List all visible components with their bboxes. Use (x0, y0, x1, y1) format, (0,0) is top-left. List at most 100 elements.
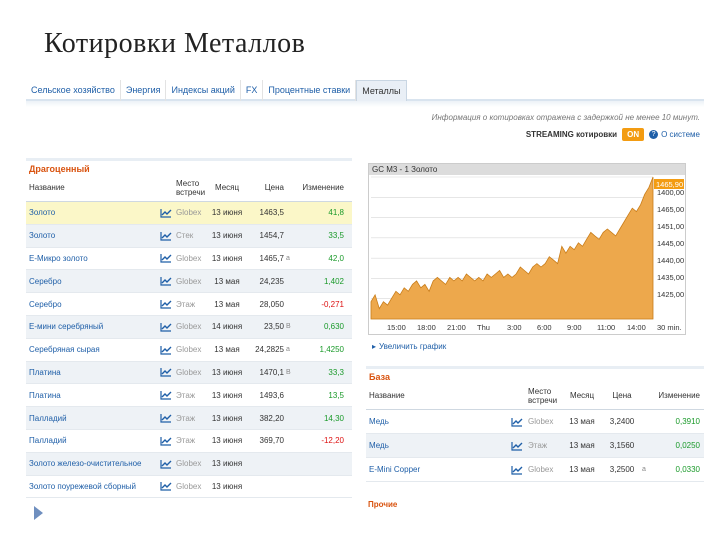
metal-name-link[interactable]: E-Mini Copper (366, 465, 506, 474)
table-row[interactable]: E-мини серебряный Globex 14 июня 23,50 B 0,63… (26, 315, 352, 339)
table-header: Название Место встречи Месяц Цена Измене… (366, 382, 704, 410)
y-tick-label: 1440,00 (657, 256, 684, 265)
chart-icon-cell[interactable] (156, 390, 176, 400)
price: 1465,7 (259, 253, 284, 263)
price-flag: B (286, 323, 291, 331)
x-tick-label: 3:00 (507, 323, 522, 332)
metal-name-link[interactable]: Платина (26, 368, 156, 377)
metal-name-link[interactable]: Серебро (26, 277, 156, 286)
chart-icon-cell[interactable] (156, 253, 176, 264)
exchange: Стек (176, 231, 194, 241)
chart-icon-cell[interactable] (506, 465, 528, 475)
chart-icon[interactable] (160, 231, 172, 241)
chart-icon-cell[interactable] (156, 481, 176, 492)
table-body: Золото Globex 13 июня 1463,5 41,8 Золото Стек 1… (26, 202, 352, 499)
price: 1493,6 (259, 390, 284, 400)
table-row[interactable]: Платина Globex 13 июня 1470,1 B 33,3 (26, 361, 352, 385)
metal-name-link[interactable]: Платина (26, 391, 156, 400)
metal-name-link[interactable]: Палладий (26, 414, 156, 423)
gold-chart: GC M3 - 1 Золото 1400,00 1465,00 1451,00 14… (368, 163, 686, 335)
tab-item[interactable]: FX (241, 80, 264, 101)
chart-icon-cell[interactable] (506, 417, 528, 427)
contract-month: 13 июня (211, 413, 243, 423)
chart-icon[interactable] (160, 436, 172, 446)
metal-name-link[interactable]: Медь (366, 441, 506, 450)
table-row[interactable]: E-Микро золото Globex 13 июня 1465,7 а 42,0 (26, 248, 352, 271)
table-row[interactable]: Серебро Этаж 13 мая 28,050 -0,271 (26, 293, 352, 316)
chart-icon[interactable] (160, 299, 172, 309)
chart-icon-cell[interactable] (156, 231, 176, 241)
header-name: Название (29, 183, 65, 192)
chart-icon-cell[interactable] (156, 367, 176, 378)
table-row[interactable]: E-Mini Copper Globex 13 мая 3,2500 а 0,0330 (366, 458, 704, 482)
chart-icon-cell[interactable] (156, 299, 176, 309)
chart-icon[interactable] (160, 276, 172, 286)
help-icon: ? (649, 130, 659, 139)
contract-month: 13 июня (211, 436, 243, 446)
table-row[interactable]: Золото поурежевой сборный Globex 13 июня (26, 476, 352, 499)
contract-month: 13 июня (211, 208, 243, 218)
chart-icon[interactable] (160, 367, 172, 378)
table-row[interactable]: Платина Этаж 13 июня 1493,6 13,5 (26, 384, 352, 408)
metal-name-link[interactable]: Серебряная сырая (26, 345, 156, 354)
table-row[interactable]: Золото Стек 13 июня 1454,7 33,5 (26, 224, 352, 248)
chart-icon[interactable] (160, 413, 172, 423)
chart-icon-cell[interactable] (156, 413, 176, 423)
chart-icon[interactable] (511, 465, 523, 475)
about-link[interactable]: ? О системе (649, 130, 700, 139)
table-row[interactable]: Серебряная сырая Globex 13 мая 24,2825 а 1,42… (26, 339, 352, 362)
zoom-label: Увеличить график (379, 342, 447, 351)
tab-item[interactable]: Сельское хозяйство (26, 80, 121, 101)
chart-icon-cell[interactable] (156, 436, 176, 446)
chart-icon-cell[interactable] (506, 441, 528, 451)
x-tick-label: Thu (477, 323, 490, 332)
price-flag: B (286, 368, 291, 376)
tab-item[interactable]: Индексы акций (166, 80, 241, 101)
table-row[interactable]: Серебро Globex 13 мая 24,235 1,402 (26, 270, 352, 294)
metal-name-link[interactable]: Золото (26, 208, 156, 217)
chart-icon[interactable] (160, 345, 172, 355)
price-flag: а (286, 254, 290, 262)
metal-name-link[interactable]: Серебро (26, 300, 156, 309)
metal-name-link[interactable]: Золото (26, 231, 156, 240)
x-tick-label: 9:00 (567, 323, 582, 332)
chart-icon[interactable] (160, 459, 172, 469)
table-row[interactable]: Золото Globex 13 июня 1463,5 41,8 (26, 202, 352, 225)
price: 28,050 (259, 299, 284, 309)
chart-icon[interactable] (160, 253, 172, 264)
chart-icon[interactable] (160, 481, 172, 492)
x-tick-label: 21:00 (447, 323, 466, 332)
chart-icon-cell[interactable] (156, 208, 176, 218)
streaming-toggle[interactable]: ON (622, 128, 645, 141)
chart-icon-cell[interactable] (156, 322, 176, 332)
metal-name-link[interactable]: Золото железо-очистительное (26, 459, 156, 468)
metal-name-link[interactable]: E-Микро золото (26, 254, 156, 263)
table-row[interactable]: Золото железо-очистительное Globex 13 июня (26, 452, 352, 476)
metal-name-link[interactable]: Палладий (26, 436, 156, 445)
chart-icon[interactable] (511, 441, 523, 451)
chart-icon[interactable] (511, 417, 523, 427)
chart-icon[interactable] (160, 208, 172, 218)
metal-name-link[interactable]: Медь (366, 417, 506, 426)
header-change: Изменение (302, 183, 344, 192)
chart-icon[interactable] (160, 390, 172, 400)
price: 24,2825 (255, 345, 284, 355)
chart-icon-cell[interactable] (156, 345, 176, 355)
table-row[interactable]: Палладий Этаж 13 июня 369,70 -12,20 (26, 430, 352, 453)
zoom-chart-link[interactable]: ▸ Увеличить график (372, 342, 446, 351)
chart-icon-cell[interactable] (156, 276, 176, 286)
metal-name-link[interactable]: Золото поурежевой сборный (26, 482, 156, 491)
metal-name-link[interactable]: E-мини серебряный (26, 322, 156, 331)
tab-item[interactable]: Процентные ставки (263, 80, 357, 101)
price-flag: а (642, 466, 646, 473)
table-row[interactable]: Палладий Этаж 13 июня 382,20 14,30 (26, 407, 352, 430)
table-row[interactable]: Медь Этаж 13 мая 3,1560 0,0250 (366, 434, 704, 458)
chart-icon[interactable] (160, 322, 172, 332)
tab-item[interactable]: Энергия (121, 80, 167, 101)
chart-icon-cell[interactable] (156, 459, 176, 469)
change-value: 0,0250 (675, 441, 700, 450)
y-tick-label: 1425,00 (657, 290, 684, 299)
tab-item[interactable]: Металлы (356, 80, 407, 101)
page-title: Котировки Металлов (44, 28, 306, 59)
table-row[interactable]: Медь Globex 13 мая 3,2400 0,3910 (366, 410, 704, 434)
